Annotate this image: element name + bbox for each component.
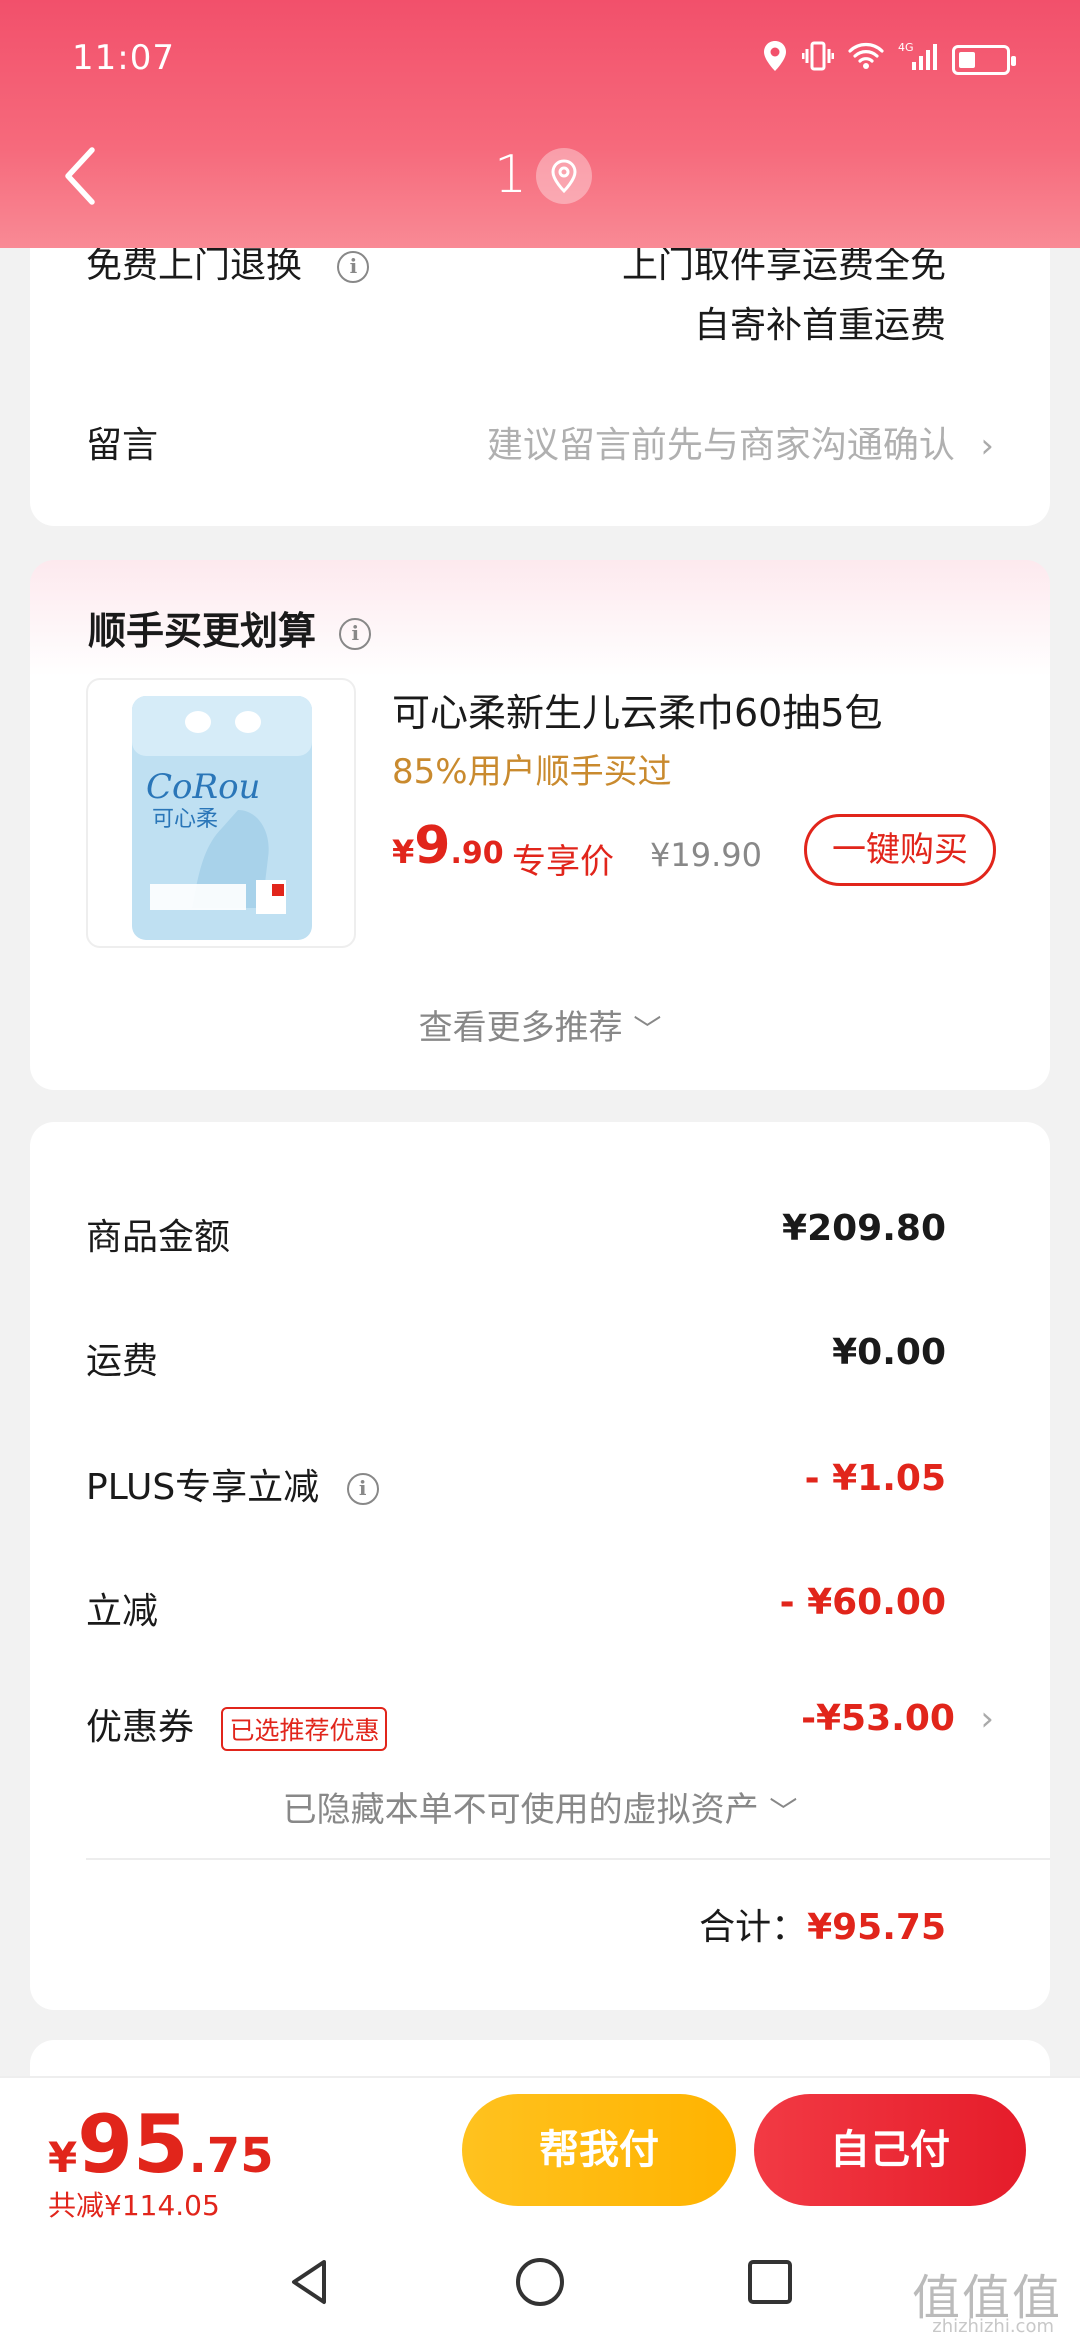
order-summary-card: 商品金额 ¥209.80 运费 ¥0.00 PLUS专享立减 i - ¥1.05… xyxy=(30,1122,1050,2010)
plus-discount-label: PLUS专享立减 i xyxy=(86,1458,379,1510)
coupon-row[interactable]: -¥53.00 › xyxy=(801,1698,994,1739)
location-status-icon xyxy=(762,40,788,79)
divider xyxy=(86,1858,1050,1860)
message-label: 留言 xyxy=(86,425,159,466)
info-icon[interactable]: i xyxy=(346,1473,379,1505)
coupon-value: -¥53.00 xyxy=(801,1698,955,1739)
checkout-price: ¥95.75 xyxy=(48,2098,274,2191)
checkout-price-symbol: ¥ xyxy=(48,2133,78,2182)
checkout-price-integer: 95 xyxy=(77,2098,189,2191)
total-row: 合计：¥95.75 xyxy=(699,1898,946,1950)
checkout-bar: ¥95.75 共减¥114.05 帮我付 自己付 xyxy=(0,2076,1080,2230)
hidden-assets-toggle[interactable]: 已隐藏本单不可使用的虚拟资产 ﹀ xyxy=(30,1782,1050,1831)
status-bar: 11:07 4G xyxy=(0,0,1080,120)
plus-discount-text: PLUS专享立减 xyxy=(86,1467,320,1508)
price-decimal: .90 xyxy=(450,836,504,871)
info-icon[interactable]: i xyxy=(339,617,372,650)
product-name[interactable]: 可心柔新生儿云柔巾60抽5包 xyxy=(392,682,883,737)
plus-discount-value: - ¥1.05 xyxy=(804,1458,946,1499)
vibrate-icon xyxy=(801,40,835,79)
status-icons: 4G xyxy=(762,40,1016,79)
hidden-assets-text: 已隐藏本单不可使用的虚拟资产 xyxy=(282,1790,759,1830)
exclusive-price-label: 专享价 xyxy=(512,842,614,882)
recommend-title: 顺手买更划算 i xyxy=(88,600,372,655)
back-button[interactable] xyxy=(56,140,106,212)
shipping-value: ¥0.00 xyxy=(832,1332,946,1373)
more-recommend-link[interactable]: 查看更多推荐 ﹀ xyxy=(30,1000,1050,1049)
nav-back-icon[interactable] xyxy=(280,2252,340,2312)
recommend-card: 顺手买更划算 i CoRou 可心柔 可心柔新生儿云柔巾60抽5包 85%用户顺… xyxy=(30,560,1050,1090)
coupon-label: 优惠券 已选推荐优惠 xyxy=(86,1698,388,1751)
svg-text:CoRou: CoRou xyxy=(146,767,260,807)
total-saved: 共减¥114.05 xyxy=(48,2189,220,2222)
return-service-value-2: 自寄补首重运费 xyxy=(693,305,946,346)
message-placeholder: 建议留言前先与商家沟通确认 xyxy=(486,425,955,466)
svg-text:可心柔: 可心柔 xyxy=(152,807,218,832)
battery-icon xyxy=(952,44,1016,75)
info-icon[interactable]: i xyxy=(337,251,370,283)
total-label: 合计： xyxy=(699,1907,808,1948)
instant-discount-value: - ¥60.00 xyxy=(779,1582,946,1623)
return-service-text: 免费上门退换 xyxy=(86,245,303,286)
svg-text:4G: 4G xyxy=(898,41,914,54)
header-bar: 11:07 4G 1 xyxy=(0,0,1080,248)
self-pay-button[interactable]: 自己付 xyxy=(754,2094,1026,2206)
total-value: ¥95.75 xyxy=(807,1907,946,1948)
nav-home-icon[interactable] xyxy=(510,2252,570,2312)
coupon-text: 优惠券 xyxy=(86,1707,195,1748)
help-pay-button[interactable]: 帮我付 xyxy=(462,2094,736,2206)
product-price: ¥9.90 xyxy=(392,816,504,876)
location-icon[interactable] xyxy=(536,148,592,204)
watermark-url: zhizhizhi.com xyxy=(932,2316,1054,2337)
checkout-price-decimal: .75 xyxy=(188,2128,274,2184)
product-tag: 85%用户顺手买过 xyxy=(392,752,672,792)
nav-recents-icon[interactable] xyxy=(740,2252,800,2312)
product-image[interactable]: CoRou 可心柔 xyxy=(86,678,356,948)
chevron-right-icon: › xyxy=(980,426,994,466)
price-integer: 9 xyxy=(414,816,451,876)
shipping-label: 运费 xyxy=(86,1341,159,1382)
chevron-right-icon: › xyxy=(980,1699,994,1739)
original-price: ¥19.90 xyxy=(650,836,762,874)
page-title: 1 xyxy=(494,145,528,205)
coupon-badge: 已选推荐优惠 xyxy=(221,1707,388,1751)
chevron-down-icon: ﹀ xyxy=(633,1013,662,1046)
signal-icon: 4G xyxy=(898,40,938,79)
status-time: 11:07 xyxy=(72,38,175,78)
instant-discount-label: 立减 xyxy=(86,1591,159,1632)
one-click-buy-button[interactable]: 一键购买 xyxy=(804,814,996,886)
price-symbol: ¥ xyxy=(392,833,415,871)
more-recommend-text: 查看更多推荐 xyxy=(418,1008,623,1048)
chevron-down-icon: ﹀ xyxy=(769,1795,798,1828)
goods-amount-label: 商品金额 xyxy=(86,1217,231,1258)
wifi-icon xyxy=(848,41,884,78)
goods-amount-value: ¥209.80 xyxy=(782,1208,946,1249)
recommend-title-text: 顺手买更划算 xyxy=(88,609,317,653)
message-row[interactable]: 建议留言前先与商家沟通确认 › xyxy=(487,416,994,468)
